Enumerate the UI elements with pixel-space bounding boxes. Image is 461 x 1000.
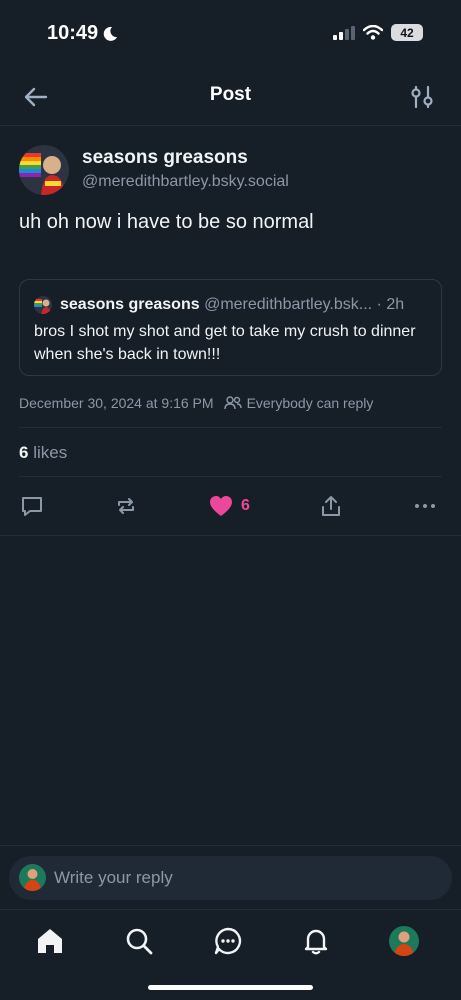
people-icon	[223, 396, 242, 410]
quote-author-handle: @meredithbartley.bsk...	[204, 296, 373, 313]
profile-avatar[interactable]	[389, 926, 419, 956]
post-timestamp: December 30, 2024 at 9:16 PM	[19, 395, 214, 411]
comment-icon	[22, 497, 42, 516]
like-button[interactable]: 6	[209, 493, 250, 519]
share-button[interactable]	[319, 493, 343, 519]
more-icon	[415, 504, 435, 508]
divider	[19, 476, 442, 477]
repost-icon	[118, 498, 134, 514]
divider	[0, 535, 461, 536]
settings-sliders-icon[interactable]	[409, 83, 435, 111]
wifi-icon	[363, 25, 383, 40]
quoted-post[interactable]: seasons greasons @meredithbartley.bsk...…	[19, 279, 442, 376]
reply-setting[interactable]: Everybody can reply	[223, 395, 374, 411]
quote-age: 2h	[386, 296, 405, 313]
author-name[interactable]: seasons greasons	[82, 147, 248, 169]
author-handle[interactable]: @meredithbartley.bsky.social	[82, 173, 289, 191]
quote-author-name: seasons greasons	[60, 296, 200, 313]
avatar[interactable]	[19, 145, 69, 195]
bell-icon[interactable]	[301, 926, 331, 956]
battery-indicator: 42	[391, 24, 423, 41]
quote-header: seasons greasons @meredithbartley.bsk...…	[60, 296, 404, 314]
time-text: 10:49	[47, 22, 99, 44]
post-meta: December 30, 2024 at 9:16 PM Everybody c…	[19, 395, 373, 411]
post-actions: 6	[0, 489, 461, 523]
my-avatar	[19, 864, 46, 891]
quote-separator: ·	[376, 296, 382, 313]
quote-text: bros I shot my shot and get to take my c…	[34, 323, 416, 363]
reply-button[interactable]	[20, 493, 44, 519]
quote-avatar	[34, 296, 52, 314]
signal-icon	[333, 25, 355, 40]
home-icon[interactable]	[35, 926, 65, 956]
likes-label: likes	[33, 443, 68, 462]
reply-placeholder: Write your reply	[54, 868, 173, 887]
status-time: 10:49	[47, 22, 118, 45]
moon-icon	[103, 26, 118, 41]
likes-summary[interactable]: 6 likes	[19, 443, 67, 463]
share-icon	[322, 496, 340, 516]
heart-icon	[210, 496, 232, 516]
page-title: Post	[209, 84, 252, 105]
reply-setting-label: Everybody can reply	[246, 395, 374, 411]
divider	[0, 845, 461, 846]
likes-count: 6	[19, 443, 29, 462]
more-button[interactable]	[413, 493, 437, 519]
post-text: uh oh now i have to be so normal	[19, 211, 314, 233]
status-bar: 10:49 42	[0, 0, 461, 70]
divider	[19, 427, 442, 428]
chat-icon[interactable]	[213, 926, 243, 956]
search-icon[interactable]	[124, 926, 154, 956]
header: Post	[0, 70, 461, 126]
home-indicator	[148, 985, 313, 990]
repost-button[interactable]	[114, 493, 138, 519]
like-count: 6	[241, 497, 250, 514]
reply-composer[interactable]: Write your reply	[9, 856, 452, 900]
status-icons: 42	[333, 24, 423, 41]
